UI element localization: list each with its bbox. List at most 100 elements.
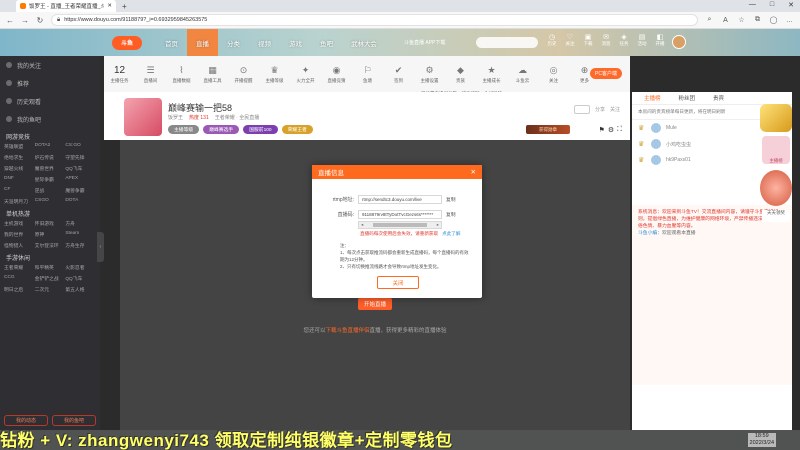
settings-icon[interactable]: ⚙	[608, 126, 614, 134]
history-icon[interactable]: ◷ 历史	[546, 33, 558, 47]
toolbar-item[interactable]: ▦ 直播工具	[197, 65, 228, 84]
sidebar-category-item[interactable]: 我的世界	[4, 231, 35, 238]
follow-icon[interactable]: ♡ 关注	[564, 33, 576, 47]
sidebar-item-history[interactable]: 历史观看	[0, 92, 100, 110]
sidebar-category-item[interactable]: 主机游戏	[4, 220, 35, 227]
chat-user[interactable]: 斗鱼小编：	[638, 231, 662, 236]
task-icon[interactable]: ◈ 任务	[618, 33, 630, 47]
share-link[interactable]: 分享	[595, 106, 605, 113]
sidebar-category-item[interactable]: 穿越火线	[4, 165, 35, 172]
sidebar-category-item[interactable]: 原神	[35, 231, 66, 238]
report-icon[interactable]: ⚑	[599, 126, 605, 134]
sidebar-category-item[interactable]: APEX	[65, 176, 96, 183]
room-title[interactable]: 巅峰赛输一把58	[168, 101, 232, 114]
read-aloud-icon[interactable]: A	[721, 17, 730, 24]
sidebar-collapse-button[interactable]: ‹	[97, 232, 104, 262]
toolbar-item[interactable]: ☰ 直播间	[135, 65, 166, 84]
user-avatar[interactable]	[672, 35, 686, 49]
sidebar-category-item[interactable]: CCG	[4, 275, 35, 282]
task-count[interactable]: 12 主播任务	[104, 65, 135, 84]
rtmp-field[interactable]: rtmp://sendtc3.douyu.com/live	[358, 195, 442, 204]
minimize-button[interactable]: —	[749, 1, 756, 9]
app-download-link[interactable]: 斗鱼直播 APP下载	[404, 40, 445, 46]
badge-banner[interactable]: 获得勋章	[526, 125, 570, 134]
follow-link[interactable]: 关注	[610, 106, 620, 113]
sidebar-category-item[interactable]: 火影忍者	[65, 264, 96, 271]
start-live-button[interactable]: 开始直播	[358, 298, 392, 310]
new-tab-button[interactable]: +	[122, 2, 127, 11]
sidebar-category-item[interactable]: 魔兽争霸	[65, 187, 96, 194]
sidebar-category-item[interactable]: 方舟生存	[65, 242, 96, 249]
sidebar-category-item[interactable]: 方舟	[65, 220, 96, 227]
event-float[interactable]	[760, 104, 792, 132]
learn-more-link[interactable]: 点此了解	[442, 231, 460, 237]
sidebar-category-item[interactable]: 天涯明月刀	[4, 198, 35, 205]
key-field[interactable]: 9118879rv8tTyDotTvcGezs6s*******	[358, 210, 442, 219]
activity-icon[interactable]: ▤ 活动	[636, 33, 648, 47]
sidebar-category-item[interactable]: 明日之后	[4, 286, 35, 293]
sidebar-category-item[interactable]: QQ飞车	[65, 275, 96, 282]
sidebar-category-item[interactable]: 第五人格	[65, 286, 96, 293]
reward-float[interactable]: 天天领奖	[762, 210, 790, 222]
toolbar-item[interactable]: ✔ 签到	[383, 65, 414, 84]
sidebar-category-item[interactable]: 逆战	[35, 187, 66, 194]
favorite-star-icon[interactable]: ☆	[737, 16, 746, 24]
sidebar-item-yuba[interactable]: 我的鱼吧	[0, 110, 100, 128]
pc-client-button[interactable]: PC客户端	[590, 68, 622, 79]
sidebar-category-item[interactable]: 星际争霸	[35, 176, 66, 183]
sidebar-category-item[interactable]: CSGO	[35, 198, 66, 205]
forward-icon[interactable]: →	[21, 16, 29, 25]
nav-live[interactable]: 直播	[187, 29, 218, 56]
nav-video[interactable]: 视频	[249, 29, 280, 56]
more-icon[interactable]: …	[785, 17, 794, 24]
profile-icon[interactable]: ◯	[769, 16, 778, 24]
toolbar-item[interactable]: ⊙ 开播提醒	[228, 65, 259, 84]
sidebar-item-follow[interactable]: 我的关注	[0, 56, 100, 74]
close-window-button[interactable]: ✕	[788, 1, 794, 9]
back-icon[interactable]: ←	[6, 16, 14, 25]
broadcast-icon[interactable]: ◧ 开播	[654, 33, 666, 47]
download-icon[interactable]: ▣ 下载	[582, 33, 594, 47]
sidebar-category-item[interactable]: 英雄联盟	[4, 143, 35, 150]
sidebar-item-recommend[interactable]: 推荐	[0, 74, 100, 92]
sidebar-category-item[interactable]: 和平精英	[35, 264, 66, 271]
nav-wulin[interactable]: 武林大会	[342, 29, 386, 56]
toolbar-item[interactable]: ◎ 关注	[538, 65, 569, 84]
tag[interactable]: 主播等级	[168, 125, 200, 134]
rank-float[interactable]: 主播榜	[762, 136, 790, 164]
share-box[interactable]	[573, 105, 590, 114]
anchor-name[interactable]: 饭罗王	[168, 114, 183, 121]
fullscreen-icon[interactable]: ⛶	[617, 126, 622, 134]
sidebar-category-item[interactable]: CF	[4, 187, 35, 194]
sidebar-category-item[interactable]: 王者荣耀	[4, 264, 35, 271]
nav-home[interactable]: 首页	[156, 29, 187, 56]
sidebar-category-item[interactable]: 怪物猎人	[4, 242, 35, 249]
message-icon[interactable]: ✉ 消息	[600, 33, 612, 47]
sidebar-category-item[interactable]: DNF	[4, 176, 35, 183]
sidebar-category-item[interactable]: 二次元	[35, 286, 66, 293]
sidebar-category-item[interactable]: 魔兽世界	[35, 165, 66, 172]
toolbar-item[interactable]: ◉ 直播竞猜	[321, 65, 352, 84]
sidebar-category-item[interactable]: Steam	[65, 231, 96, 238]
sidebar-category-item[interactable]: 怀旧游戏	[35, 220, 66, 227]
my-dynamic-button[interactable]: 我的动态	[4, 415, 48, 426]
gift-float[interactable]	[760, 170, 792, 206]
sidebar-category-item[interactable]: 绝地求生	[4, 154, 35, 161]
copy-rtmp-button[interactable]: 复制	[446, 196, 456, 203]
toolbar-item[interactable]: ◆ 贵族	[445, 65, 476, 84]
zoom-icon[interactable]: ⌕	[705, 16, 714, 24]
toolbar-item[interactable]: ★ 主播成长	[476, 65, 507, 84]
toolbar-item[interactable]: ⚙ 主播设置	[414, 65, 445, 84]
sidebar-category-item[interactable]: 炉石传说	[35, 154, 66, 161]
nav-category[interactable]: 分类	[218, 29, 249, 56]
sidebar-category-item[interactable]: 金铲铲之战	[35, 275, 66, 282]
tab-close-icon[interactable]: ✕	[107, 3, 112, 9]
tag[interactable]: 巅峰赛选手	[203, 125, 240, 134]
download-companion-link[interactable]: 下载斗鱼直播伴侣	[325, 328, 369, 334]
tag[interactable]: 国服前100	[243, 125, 278, 134]
toolbar-item[interactable]: ☁ 斗鱼云	[507, 65, 538, 84]
close-icon[interactable]: ✕	[471, 168, 476, 176]
collections-icon[interactable]: ⧉	[753, 16, 762, 24]
sidebar-category-item[interactable]: DOTA	[65, 198, 96, 205]
sidebar-category-item[interactable]: 守望先锋	[65, 154, 96, 161]
